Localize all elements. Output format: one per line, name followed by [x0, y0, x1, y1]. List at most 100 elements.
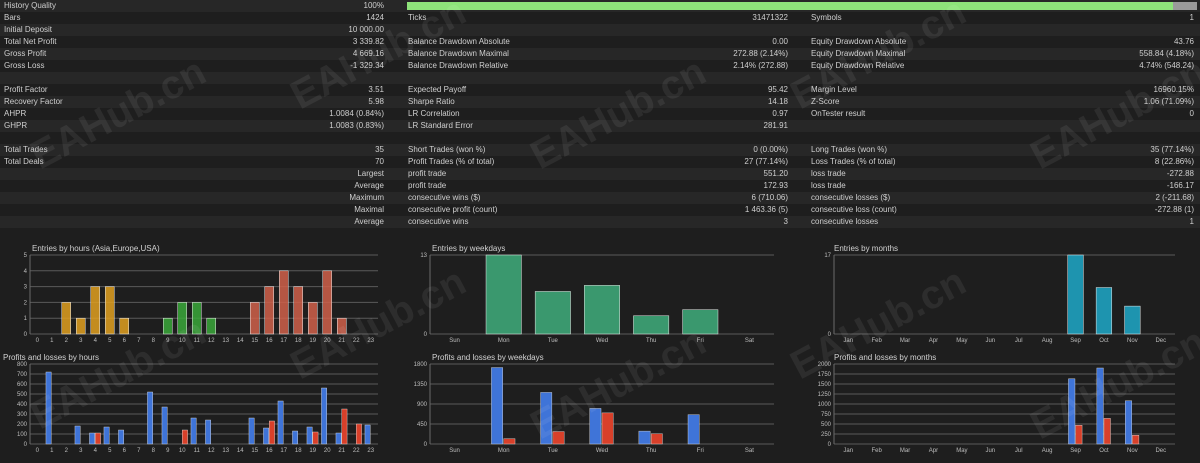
- stat-value: 1.0083 (0.83%): [329, 121, 384, 130]
- x-tick-label: 2: [65, 448, 69, 454]
- chart-profits-losses-by-hours: Profits and losses by hours 0 100 200 300 40…: [0, 350, 400, 461]
- x-tick-label: 5: [108, 448, 112, 454]
- y-tick-label: 2000: [818, 362, 832, 368]
- stats-row: Recovery Factor 5.98 Sharpe Ratio 14.18 Z-Sc…: [0, 96, 1200, 108]
- stat-value: 5.98: [368, 97, 384, 106]
- stat-value: 35: [375, 145, 384, 154]
- bar: [584, 285, 620, 335]
- x-tick-label: Dec: [1155, 338, 1166, 344]
- x-tick-label: Nov: [1127, 338, 1138, 344]
- stat-value: Maximal: [354, 205, 384, 214]
- x-tick-label: 17: [280, 448, 287, 454]
- stat-label: Equity Drawdown Relative: [811, 61, 905, 70]
- profits-losses-by-weekdays-svg: 0 450 900 1350 1800 Sun Mon Tue Wed Thu Fri Sat: [414, 362, 774, 454]
- bar: [250, 302, 260, 335]
- stat-label: Expected Payoff: [408, 85, 467, 94]
- x-tick-label: Sat: [745, 338, 754, 344]
- y-tick-label: 1750: [818, 372, 832, 378]
- stats-row: Average profit trade 172.93 loss trade -166.…: [0, 180, 1200, 192]
- y-tick-label: 100: [17, 432, 28, 438]
- bar: [485, 254, 522, 335]
- stat-label: profit trade: [408, 169, 447, 178]
- stat-label: Balance Drawdown Absolute: [408, 37, 510, 46]
- bar: [206, 317, 216, 335]
- stat-label: Balance Drawdown Relative: [408, 61, 509, 70]
- x-tick-label: Dec: [1155, 448, 1166, 454]
- stat-label: consecutive wins: [408, 217, 469, 226]
- x-tick-label: Feb: [871, 448, 882, 454]
- x-tick-label: 1: [50, 338, 54, 344]
- profit-bar: [74, 425, 81, 445]
- profit-bar: [589, 408, 602, 445]
- y-tick-label: 500: [821, 422, 832, 428]
- x-tick-label: 7: [137, 448, 141, 454]
- x-tick-label: Fri: [697, 338, 704, 344]
- stat-value: 1.0084 (0.84%): [329, 109, 384, 118]
- stats-row: Total Deals 70 Profit Trades (% of total) 2…: [0, 156, 1200, 168]
- x-tick-label: 2: [65, 338, 69, 344]
- y-tick-label: 0: [424, 332, 428, 338]
- stat-label: LR Correlation: [408, 109, 460, 118]
- x-tick-label: 17: [280, 338, 287, 344]
- loss-bar: [650, 433, 663, 445]
- y-tick-label: 0: [424, 442, 428, 448]
- y-tick-label: 200: [17, 422, 28, 428]
- stat-label: consecutive loss (count): [811, 205, 897, 214]
- x-tick-label: 10: [179, 338, 186, 344]
- x-tick-label: 12: [208, 338, 215, 344]
- chart-title: Profits and losses by weekdays: [432, 353, 544, 362]
- x-tick-label: Jun: [985, 448, 995, 454]
- y-tick-label: 1500: [818, 382, 832, 388]
- x-tick-label: 23: [367, 338, 374, 344]
- bar: [633, 315, 670, 335]
- x-tick-label: May: [956, 448, 967, 454]
- stat-label: consecutive losses ($): [811, 193, 891, 202]
- profit-bar: [335, 432, 342, 445]
- x-tick-label: Wed: [596, 448, 608, 454]
- stat-label: Profit Trades (% of total): [408, 157, 495, 166]
- stat-value: 4 669.16: [352, 49, 384, 58]
- bar: [177, 302, 187, 335]
- x-tick-label: 5: [108, 338, 112, 344]
- x-tick-label: Aug: [1042, 448, 1053, 454]
- profits-losses-by-months-svg: 0 250 500 750 1000 1250 1500 1750 2000 Jan Feb Mar A…: [818, 362, 1175, 454]
- stat-value: 0.00: [772, 37, 788, 46]
- x-tick-label: 12: [208, 448, 215, 454]
- stat-value: 558.84 (4.18%): [1139, 49, 1194, 58]
- stat-label: consecutive losses: [811, 217, 879, 226]
- x-tick-label: 9: [166, 338, 170, 344]
- chart-profits-losses-by-months: Profits and losses by months 0 250 500 750 1…: [800, 350, 1200, 461]
- x-tick-label: Jul: [1015, 448, 1023, 454]
- stat-label: Initial Deposit: [4, 25, 53, 34]
- stat-value: 1: [1189, 217, 1194, 226]
- stat-label: loss trade: [811, 181, 846, 190]
- stat-value: 172.93: [763, 181, 788, 190]
- entries-by-weekdays-svg: 0 13 Sun Mon Tue Wed Thu Fri Sat: [420, 253, 774, 344]
- x-tick-label: 6: [123, 338, 127, 344]
- profit-bar: [205, 419, 211, 445]
- bar: [1124, 305, 1141, 335]
- x-tick-label: 6: [123, 448, 127, 454]
- stats-row: Total Net Profit 3 339.82 Balance Drawdown…: [0, 36, 1200, 48]
- profit-bar: [45, 371, 52, 445]
- chart-title: Entries by weekdays: [432, 244, 506, 253]
- loss-bar: [1075, 424, 1083, 445]
- x-tick-label: Sun: [449, 338, 460, 344]
- bar: [682, 309, 719, 335]
- bar: [1095, 287, 1113, 335]
- bar: [308, 302, 318, 335]
- profit-bar: [292, 430, 298, 445]
- y-tick-label: 1350: [414, 382, 428, 388]
- bar: [90, 286, 100, 335]
- x-tick-label: 15: [251, 338, 258, 344]
- chart-title: Profits and losses by hours: [3, 353, 100, 362]
- profit-bar: [161, 406, 168, 445]
- loss-bar: [1103, 418, 1111, 445]
- x-tick-label: 11: [194, 448, 201, 454]
- x-tick-label: 20: [324, 338, 331, 344]
- chart-entries-by-months: Entries by months 0 17 Jan Feb Mar Apr May Jun J…: [800, 241, 1200, 345]
- y-tick-label: 13: [420, 253, 427, 259]
- x-tick-label: 4: [94, 448, 98, 454]
- stat-value: 1424: [366, 13, 384, 22]
- stat-value: 2.14% (272.88): [733, 61, 788, 70]
